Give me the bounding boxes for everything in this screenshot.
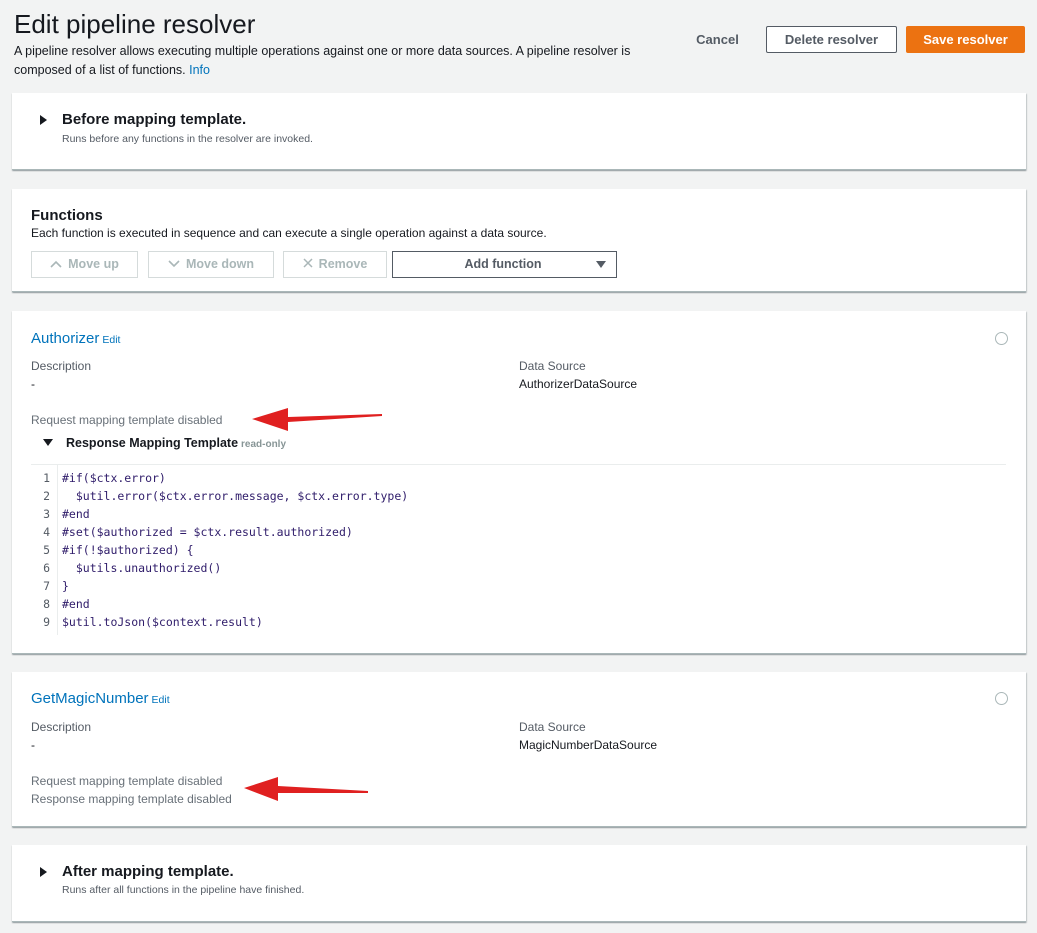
- save-resolver-button[interactable]: Save resolver: [906, 26, 1025, 53]
- description-value: -: [31, 738, 35, 752]
- page-description: A pipeline resolver allows executing mul…: [14, 42, 674, 80]
- code-line: }: [62, 579, 69, 593]
- collapse-caret-icon[interactable]: [43, 439, 53, 449]
- code-line: $util.error($ctx.error.message, $ctx.err…: [62, 489, 409, 503]
- move-down-button[interactable]: Move down: [148, 251, 274, 278]
- info-link[interactable]: Info: [189, 63, 210, 77]
- functions-panel: Functions Each function is executed in s…: [12, 189, 1026, 292]
- code-line: #end: [62, 507, 90, 521]
- read-only-badge: read-only: [241, 439, 287, 450]
- function-card-getmagicnumber: GetMagicNumber Edit Description - Data So…: [12, 672, 1026, 827]
- function-edit-link[interactable]: Edit: [102, 334, 120, 346]
- page-header: Edit pipeline resolver A pipeline resolv…: [14, 8, 674, 80]
- line-number-gutter: 1 2 3 4 5 6 7 8 9: [31, 465, 58, 635]
- function-name-link[interactable]: GetMagicNumber: [31, 690, 149, 707]
- line-number: 7: [43, 579, 50, 593]
- move-up-label: Move up: [68, 257, 119, 271]
- add-function-dropdown[interactable]: Add function: [392, 251, 617, 278]
- close-icon: [303, 252, 313, 277]
- function-name-link[interactable]: Authorizer: [31, 330, 99, 347]
- move-down-label: Move down: [185, 257, 255, 271]
- line-number: 5: [43, 543, 50, 557]
- code-line: #if(!$authorized) {: [62, 543, 194, 557]
- add-function-label: Add function: [464, 257, 542, 271]
- description-label: Description: [31, 359, 92, 373]
- data-source-label: Data Source: [519, 359, 586, 373]
- line-number: 2: [43, 489, 50, 503]
- line-number: 6: [43, 561, 50, 575]
- response-template-disabled: Response mapping template disabled: [31, 792, 232, 806]
- delete-resolver-button[interactable]: Delete resolver: [766, 26, 897, 53]
- caret-down-icon: [596, 261, 606, 268]
- response-template-label: Response Mapping Template: [66, 436, 239, 450]
- remove-label: Remove: [318, 257, 368, 271]
- line-number: 8: [43, 597, 50, 611]
- request-template-disabled: Request mapping template disabled: [31, 413, 223, 427]
- remove-button[interactable]: Remove: [283, 251, 387, 278]
- code-line: #if($ctx.error): [62, 471, 166, 485]
- before-template-subtitle: Runs before any functions in the resolve…: [62, 133, 313, 145]
- data-source-label: Data Source: [519, 720, 586, 734]
- line-number: 9: [43, 615, 50, 629]
- function-select-radio[interactable]: [995, 332, 1008, 345]
- before-mapping-template-panel: Before mapping template. Runs before any…: [12, 93, 1026, 170]
- code-editor[interactable]: 1 2 3 4 5 6 7 8 9 #if($ctx.error) $util.…: [31, 464, 1006, 635]
- data-source-value: MagicNumberDataSource: [519, 738, 658, 752]
- code-line: #end: [62, 597, 90, 611]
- function-select-radio[interactable]: [995, 692, 1008, 705]
- after-mapping-template-panel: After mapping template. Runs after all f…: [12, 845, 1026, 922]
- code-line: $util.toJson($context.result): [62, 615, 263, 629]
- line-number: 1: [43, 471, 50, 485]
- functions-title: Functions: [31, 207, 103, 224]
- after-template-title[interactable]: After mapping template.: [62, 863, 234, 880]
- line-number: 3: [43, 507, 50, 521]
- chevron-down-icon: [168, 252, 180, 277]
- expand-caret-icon[interactable]: [40, 114, 52, 126]
- function-name: Authorizer Edit: [31, 330, 120, 347]
- move-up-button[interactable]: Move up: [31, 251, 138, 278]
- data-source-value: AuthorizerDataSource: [519, 377, 638, 391]
- description-label: Description: [31, 720, 92, 734]
- chevron-up-icon: [50, 252, 62, 277]
- function-name: GetMagicNumber Edit: [31, 690, 170, 707]
- after-template-subtitle: Runs after all functions in the pipeline…: [62, 884, 305, 896]
- page-description-text: A pipeline resolver allows executing mul…: [14, 44, 631, 77]
- response-template-title[interactable]: Response Mapping Template read-only: [66, 436, 286, 450]
- functions-description: Each function is executed in sequence an…: [31, 226, 547, 240]
- function-edit-link[interactable]: Edit: [152, 694, 170, 706]
- cancel-button[interactable]: Cancel: [690, 30, 745, 50]
- function-card-authorizer: Authorizer Edit Description - Data Source…: [12, 311, 1026, 654]
- code-line: $utils.unauthorized(): [62, 561, 222, 575]
- page-title: Edit pipeline resolver: [14, 9, 256, 39]
- code-line: #set($authorized = $ctx.result.authorize…: [62, 525, 353, 539]
- line-number: 4: [43, 525, 50, 539]
- request-template-disabled: Request mapping template disabled: [31, 774, 223, 788]
- before-template-title[interactable]: Before mapping template.: [62, 111, 246, 128]
- description-value: -: [31, 377, 35, 391]
- expand-caret-icon[interactable]: [40, 866, 52, 878]
